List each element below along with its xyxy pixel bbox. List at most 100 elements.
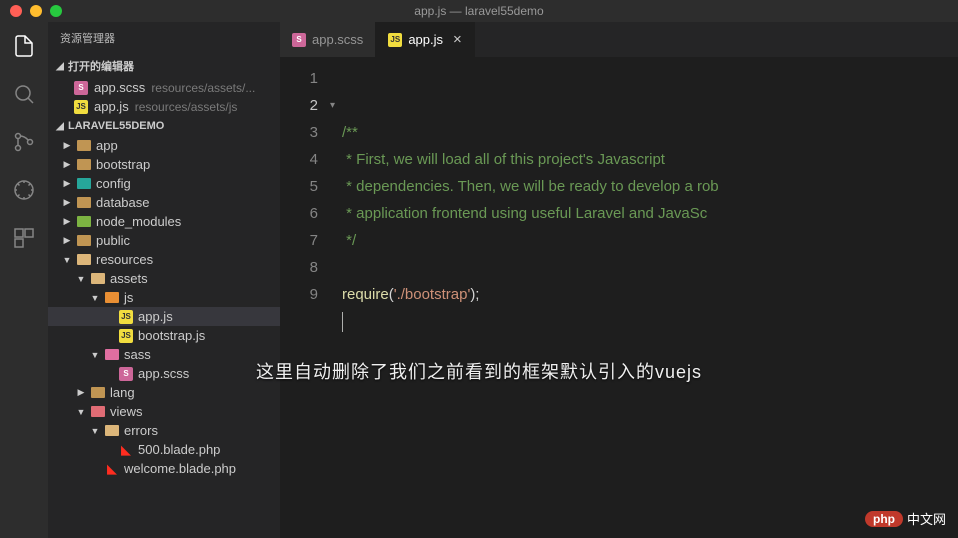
folder-open-icon xyxy=(77,254,91,265)
tree-item[interactable]: ▼errors xyxy=(48,421,280,440)
tree-item-label: bootstrap.js xyxy=(138,328,205,343)
tree-item[interactable]: ◣500.blade.php xyxy=(48,440,280,459)
js-icon: JS xyxy=(119,329,133,343)
chevron-icon: ▼ xyxy=(76,274,86,284)
title-bar: app.js — laravel55demo xyxy=(0,0,958,22)
chevron-icon: ▶ xyxy=(62,216,72,227)
tree-item[interactable]: ◣ welcome.blade.php xyxy=(48,459,280,478)
tree-item[interactable]: ▶node_modules xyxy=(48,212,280,231)
watermark-badge: php xyxy=(865,511,903,527)
tree-item-label: bootstrap xyxy=(96,157,150,172)
file-name: app.js xyxy=(94,99,129,114)
code-content[interactable]: /** * First, we will load all of this pr… xyxy=(342,65,958,538)
tree-item-label: sass xyxy=(124,347,151,362)
tree-item-label: database xyxy=(96,195,150,210)
tree-item-label: lang xyxy=(110,385,135,400)
tree-item[interactable]: ▼js xyxy=(48,288,280,307)
tree-item[interactable]: ▶ lang xyxy=(48,383,280,402)
close-window[interactable] xyxy=(10,5,22,17)
chevron-icon: ▶ xyxy=(62,235,72,246)
folder-icon xyxy=(77,178,91,189)
project-header[interactable]: ◢ LARAVEL55DEMO xyxy=(48,116,280,136)
chevron-icon: ▼ xyxy=(90,293,100,303)
chevron-down-icon: ◢ xyxy=(54,61,66,72)
tab-label: app.js xyxy=(408,32,443,47)
explorer-icon[interactable] xyxy=(10,32,38,60)
source-control-icon[interactable] xyxy=(10,128,38,156)
tree-item-label: config xyxy=(96,176,131,191)
search-icon[interactable] xyxy=(10,80,38,108)
folder-icon xyxy=(105,349,119,360)
folder-icon xyxy=(77,197,91,208)
code-editor[interactable]: 1 2 3 4 5 6 7 8 9 ▾ /** * First, we will… xyxy=(280,57,958,538)
laravel-icon: ◣ xyxy=(121,442,131,458)
fold-column: ▾ xyxy=(330,65,342,538)
debug-icon[interactable] xyxy=(10,176,38,204)
close-tab-icon[interactable]: × xyxy=(453,31,462,48)
tree-item[interactable]: ▼ views xyxy=(48,402,280,421)
folder-icon xyxy=(77,159,91,170)
editor-tab[interactable]: Sapp.scss xyxy=(280,22,376,57)
tree-item-label: app.js xyxy=(138,309,173,324)
tree-item-label: welcome.blade.php xyxy=(124,461,236,476)
chevron-icon: ▶ xyxy=(62,159,72,170)
minimize-window[interactable] xyxy=(30,5,42,17)
folder-icon xyxy=(105,292,119,303)
annotation-caption: 这里自动删除了我们之前看到的框架默认引入的vuejs xyxy=(256,358,702,384)
tree-item[interactable]: ▼ sass xyxy=(48,345,280,364)
watermark: php 中文网 xyxy=(865,509,946,528)
tree-item-label: public xyxy=(96,233,130,248)
open-editors-header[interactable]: ◢ 打开的编辑器 xyxy=(48,54,280,78)
tree-item-label: views xyxy=(110,404,143,419)
laravel-icon: ◣ xyxy=(107,461,117,477)
activity-bar xyxy=(0,22,48,538)
maximize-window[interactable] xyxy=(50,5,62,17)
folder-open-icon xyxy=(105,425,119,436)
watermark-text: 中文网 xyxy=(907,509,946,528)
chevron-icon: ▼ xyxy=(62,255,72,265)
tree-item[interactable]: ▶ public xyxy=(48,231,280,250)
tree-item[interactable]: ▶ bootstrap xyxy=(48,155,280,174)
chevron-icon xyxy=(104,312,114,322)
scss-icon: S xyxy=(119,367,133,381)
chevron-icon: ▶ xyxy=(62,197,72,208)
chevron-icon: ▼ xyxy=(90,426,100,436)
js-icon: JS xyxy=(388,33,402,47)
tree-item[interactable]: JSapp.js xyxy=(48,307,280,326)
sidebar-title: 资源管理器 xyxy=(48,22,280,54)
folder-icon xyxy=(77,235,91,246)
chevron-icon: ▶ xyxy=(62,140,72,151)
editor-area: Sapp.scss JS app.js × 1 2 3 4 5 6 7 8 9 ▾ /… xyxy=(280,22,958,538)
scss-icon: S xyxy=(292,33,306,47)
chevron-icon: ▼ xyxy=(90,350,100,360)
tree-item[interactable]: ▶ config xyxy=(48,174,280,193)
chevron-down-icon: ◢ xyxy=(54,121,66,132)
window-title: app.js — laravel55demo xyxy=(414,4,543,18)
tree-item-label: app xyxy=(96,138,118,153)
tree-item[interactable]: ▼ resources xyxy=(48,250,280,269)
chevron-icon: ▶ xyxy=(62,178,72,189)
tree-item[interactable]: JS bootstrap.js xyxy=(48,326,280,345)
tree-item[interactable]: ▼assets xyxy=(48,269,280,288)
open-editors-label: 打开的编辑器 xyxy=(68,58,134,74)
tab-label: app.scss xyxy=(312,32,363,47)
file-path: resources/assets/... xyxy=(151,81,255,95)
sidebar: 资源管理器 ◢ 打开的编辑器 Sapp.scss resources/asset… xyxy=(48,22,280,538)
tree-item[interactable]: ▶ app xyxy=(48,136,280,155)
tree-item-label: app.scss xyxy=(138,366,189,381)
chevron-icon: ▼ xyxy=(76,407,86,417)
js-icon: JS xyxy=(74,100,88,114)
chevron-icon xyxy=(90,464,100,474)
tree-item[interactable]: ▶ database xyxy=(48,193,280,212)
file-path: resources/assets/js xyxy=(135,100,238,114)
extensions-icon[interactable] xyxy=(10,224,38,252)
editor-tab[interactable]: JS app.js × xyxy=(376,22,474,57)
open-editor-item[interactable]: JS app.js resources/assets/js xyxy=(48,97,280,116)
chevron-icon xyxy=(104,369,114,379)
folder-open-icon xyxy=(91,273,105,284)
tree-item-label: resources xyxy=(96,252,153,267)
open-editor-item[interactable]: Sapp.scss resources/assets/... xyxy=(48,78,280,97)
scss-icon: S xyxy=(74,81,88,95)
tree-item[interactable]: Sapp.scss xyxy=(48,364,280,383)
chevron-icon: ▶ xyxy=(76,387,86,398)
